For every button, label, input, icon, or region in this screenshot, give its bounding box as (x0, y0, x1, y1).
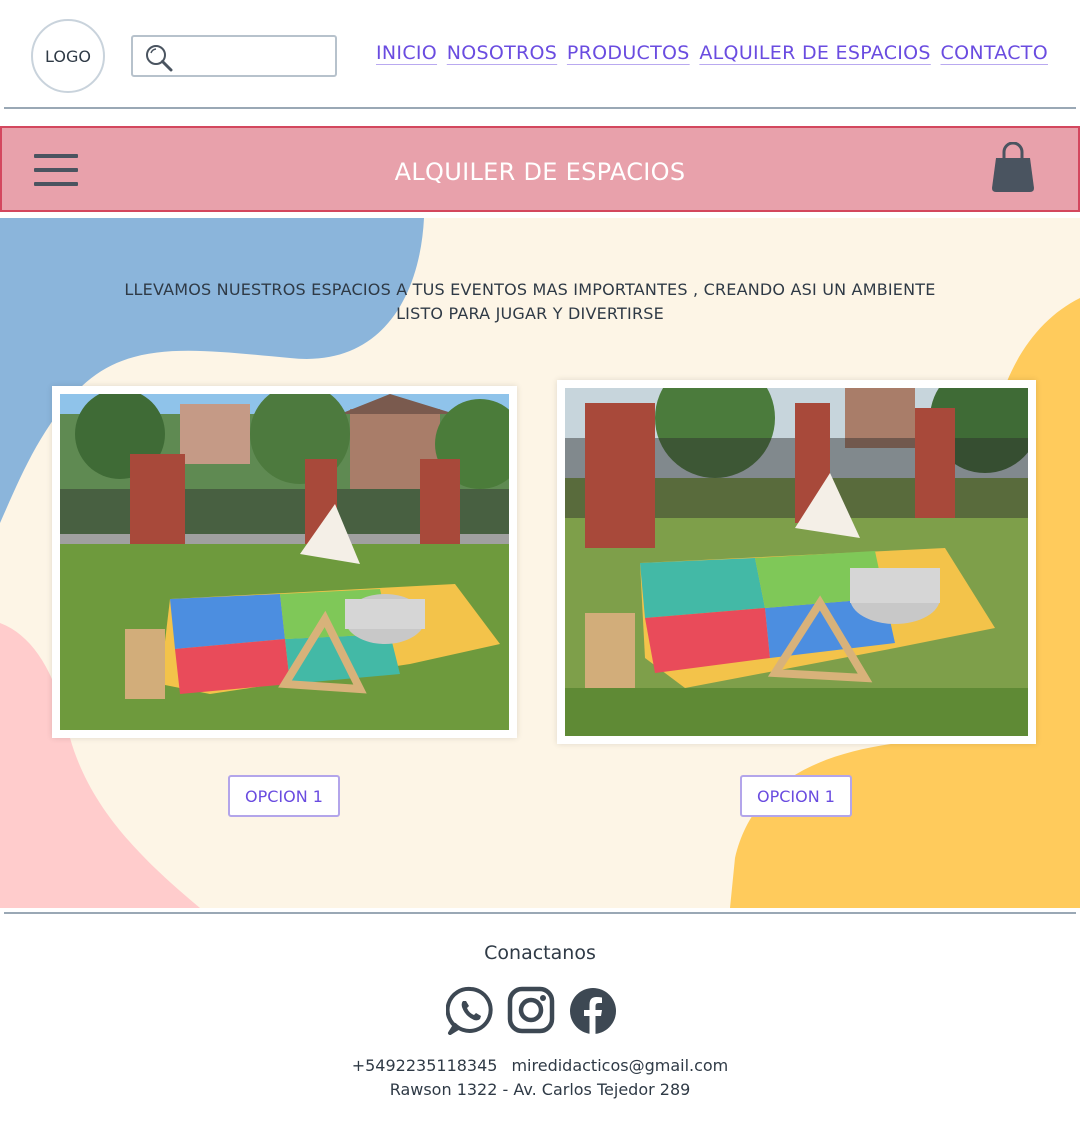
whatsapp-icon[interactable] (446, 986, 496, 1036)
space-photo[interactable] (557, 380, 1036, 744)
intro-text: LLEVAMOS NUESTROS ESPACIOS A TUS EVENTOS… (124, 280, 936, 323)
nav-link-inicio[interactable]: INICIO (376, 42, 437, 64)
playground-image (60, 394, 509, 730)
space-photo[interactable] (52, 386, 517, 738)
facebook-icon[interactable] (568, 986, 618, 1036)
option-1-button[interactable]: OPCION 1 (228, 775, 340, 817)
search-input[interactable] (131, 35, 337, 77)
contact-heading: Conactanos (484, 942, 596, 964)
shopping-bag-icon[interactable] (990, 142, 1036, 194)
contact-info: +5492235118345 miredidacticos@gmail.com R… (0, 1054, 1080, 1102)
nav-link-alquiler-de-espacios[interactable]: ALQUILER DE ESPACIOS (699, 42, 930, 64)
hero-section: LLEVAMOS NUESTROS ESPACIOS A TUS EVENTOS… (0, 218, 1080, 908)
playground-image (565, 388, 1028, 736)
section-banner: ALQUILER DE ESPACIOS (0, 126, 1080, 212)
site-header: LOGO INICIO NOSOTROS PRODUCTOS ALQUILER … (0, 0, 1080, 110)
logo[interactable]: LOGO (31, 19, 105, 93)
email-address[interactable]: miredidacticos@gmail.com (511, 1056, 728, 1075)
search-icon (146, 45, 173, 72)
option-1-button[interactable]: OPCION 1 (740, 775, 852, 817)
nav-link-contacto[interactable]: CONTACTO (941, 42, 1048, 64)
site-footer: Conactanos +5492235118345 miredidacticos@… (0, 914, 1080, 1124)
nav-link-productos[interactable]: PRODUCTOS (567, 42, 690, 64)
address: Rawson 1322 - Av. Carlos Tejedor 289 (389, 1080, 691, 1099)
nav-link-nosotros[interactable]: NOSOTROS (447, 42, 557, 64)
phone-number[interactable]: +5492235118345 (352, 1056, 498, 1075)
page-title: ALQUILER DE ESPACIOS (394, 158, 686, 186)
main-nav: INICIO NOSOTROS PRODUCTOS ALQUILER DE ES… (376, 42, 1048, 64)
social-links (446, 986, 618, 1036)
instagram-icon[interactable] (507, 986, 557, 1036)
header-divider (4, 107, 1076, 109)
